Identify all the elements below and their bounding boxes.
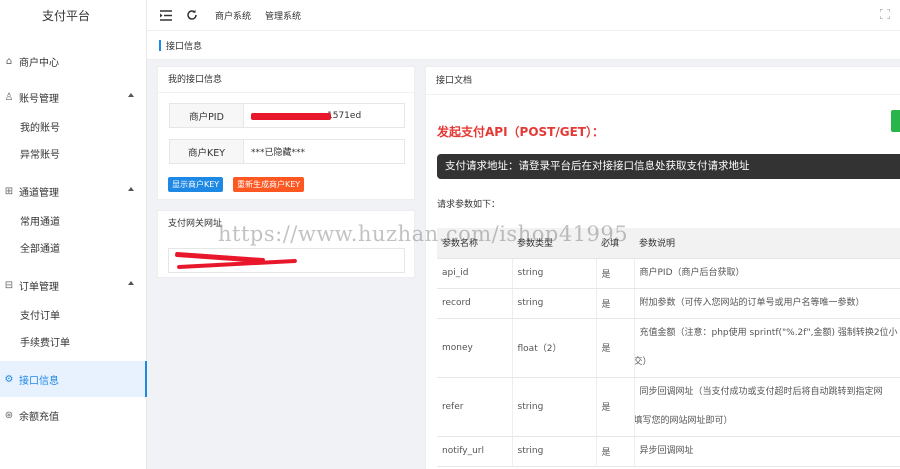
doc-heading: 发起支付API（POST/GET）： [437,125,604,139]
sidebar-item-label: 通道管理 [19,187,59,199]
interface-info-card: 我的接口信息 商户PID 1571ed 商户KEY ***已隐藏*** 显示商户… [157,66,415,200]
pid-value[interactable]: 1571ed [244,104,404,127]
params-table: 参数名称 参数类型 必填 参数说明 api_id string 是 商户PID（… [437,228,900,467]
sidebar-item-label: 账号管理 [19,93,59,105]
pid-value-text: 1571ed [327,110,362,121]
sidebar-item-account-management[interactable]: ♙ 账号管理 [0,79,146,115]
table-row: refer string 是 同步回调网址（当支付成功或支付超时后将自动跳转到指… [437,377,900,437]
column-header: 参数类型 [512,228,596,259]
merchant-system-link[interactable]: 商户系统 [215,9,251,22]
table-row: money float（2） 是 充值金额（注意：php使用 sprintf("… [437,318,900,378]
sidebar-subitem-my-account[interactable]: 我的账号 [0,115,146,142]
breadcrumb: 接口信息 [147,31,900,60]
gateway-url-field[interactable] [168,248,405,273]
param-name: refer [437,377,513,437]
table-row: notify_url string 是 异步回调网址 [437,436,900,467]
param-type: string [512,436,597,467]
column-header: 参数名称 [437,228,512,259]
api-doc-card: 接口文档 发起支付API（POST/GET）： 支付请求地址：请登录平台后在对接… [425,66,900,469]
param-description: 附加参数（可传入您网站的订单号或用户名等唯一参数） [634,288,900,319]
param-name: record [437,288,513,319]
sidebar-item-channel-management[interactable]: ⊞ 通道管理 [0,173,146,209]
breadcrumb-current: 接口信息 [166,41,203,52]
regenerate-key-button[interactable]: 重新生成商户KEY [233,177,305,192]
param-description-line2: 填写您的网站网址即可） [634,415,733,426]
param-type: string [512,258,597,289]
sidebar-subitem-fee-orders[interactable]: 手续费订单 [0,330,146,357]
sidebar-subitem-payment-orders[interactable]: 支付订单 [0,303,146,330]
card-title: 我的接口信息 [158,67,414,93]
param-type: float（2） [512,318,597,378]
redaction-mark [251,113,331,120]
breadcrumb-marker [159,39,161,51]
param-required: 是 [596,288,635,319]
key-value[interactable]: ***已隐藏*** [244,140,404,163]
top-bar: 商户系统 管理系统 [147,0,900,31]
wallet-icon: ⊛ [4,409,14,421]
param-name: money [437,318,513,378]
chevron-up-icon [128,187,134,191]
sidebar-item-label: 余额充值 [19,411,59,423]
card-title: 支付网关网址 [168,219,223,229]
sidebar-item-merchant-center[interactable]: ⌂ 商户中心 [0,43,146,79]
refresh-icon[interactable] [185,8,199,22]
sidebar-menu: ⌂ 商户中心 ♙ 账号管理 我的账号 异常账号 ⊞ 通道管理 常用通道 全部通道… [0,43,147,433]
param-description: 商户PID（商户后台获取） [634,258,900,289]
sidebar: 支付平台 ⌂ 商户中心 ♙ 账号管理 我的账号 异常账号 ⊞ 通道管理 常用通道… [0,0,147,469]
params-label: 请求参数如下： [437,200,501,210]
chevron-up-icon [128,281,134,285]
param-description-line1: 充值金额（注意：php使用 sprintf("%.2f",金额) 强制转换2位小 [639,327,898,338]
pid-label: 商户PID [170,104,244,127]
param-description: 充值金额（注意：php使用 sprintf("%.2f",金额) 强制转换2位小… [634,318,900,378]
sidebar-item-label: 接口信息 [19,375,59,387]
table-header-row: 参数名称 参数类型 必填 参数说明 [437,228,900,259]
param-description-line2: 交） [634,356,652,367]
show-key-button[interactable]: 显示商户KEY [168,177,224,192]
table-row: record string 是 附加参数（可传入您网站的订单号或用户名等唯一参数… [437,288,900,319]
param-name: api_id [437,258,513,289]
order-icon: ⊟ [4,279,14,291]
table-row: api_id string 是 商户PID（商户后台获取） [437,258,900,289]
param-description-line1: 同步回调网址（当支付成功或支付超时后将自动跳转到指定网 [639,386,883,397]
param-required: 是 [596,436,635,467]
sidebar-item-label: 订单管理 [19,281,59,293]
home-icon: ⌂ [5,55,13,67]
sidebar-subitem-all-channel[interactable]: 全部通道 [0,236,146,263]
column-header: 必填 [596,228,634,259]
key-row: 商户KEY ***已隐藏*** [169,139,405,164]
user-icon: ♙ [4,91,14,103]
sidebar-subitem-abnormal-account[interactable]: 异常账号 [0,142,146,169]
param-description: 异步回调网址 [634,436,900,467]
column-header: 参数说明 [634,228,900,259]
param-required: 是 [596,377,635,437]
param-required: 是 [596,318,635,378]
chevron-up-icon [128,93,134,97]
app-title: 支付平台 [41,9,90,23]
sidebar-item-interface-info[interactable]: ⚙ 接口信息 [0,361,147,397]
param-name: notify_url [437,436,513,467]
request-url-notice: 支付请求地址：请登录平台后在对接接口信息处获取支付请求地址 [437,154,900,179]
param-type: string [512,288,597,319]
collapse-menu-icon[interactable] [159,8,173,22]
sidebar-subitem-common-channel[interactable]: 常用通道 [0,209,146,236]
card-title: 接口文档 [426,67,900,95]
param-required: 是 [596,258,635,289]
channel-icon: ⊞ [4,185,14,197]
sidebar-item-balance-recharge[interactable]: ⊛ 余额充值 [0,397,146,433]
sidebar-item-order-management[interactable]: ⊟ 订单管理 [0,267,146,303]
gateway-card: 支付网关网址 [157,210,415,278]
pid-row: 商户PID 1571ed [169,103,405,128]
fullscreen-icon[interactable] [879,8,891,22]
param-description: 同步回调网址（当支付成功或支付超时后将自动跳转到指定网 填写您的网站网址即可） [634,377,900,437]
sidebar-item-label: 商户中心 [19,57,59,69]
gear-icon: ⚙ [4,373,14,385]
green-action-button[interactable] [891,110,900,132]
param-type: string [512,377,597,437]
key-label: 商户KEY [170,140,244,163]
admin-system-link[interactable]: 管理系统 [265,9,301,22]
